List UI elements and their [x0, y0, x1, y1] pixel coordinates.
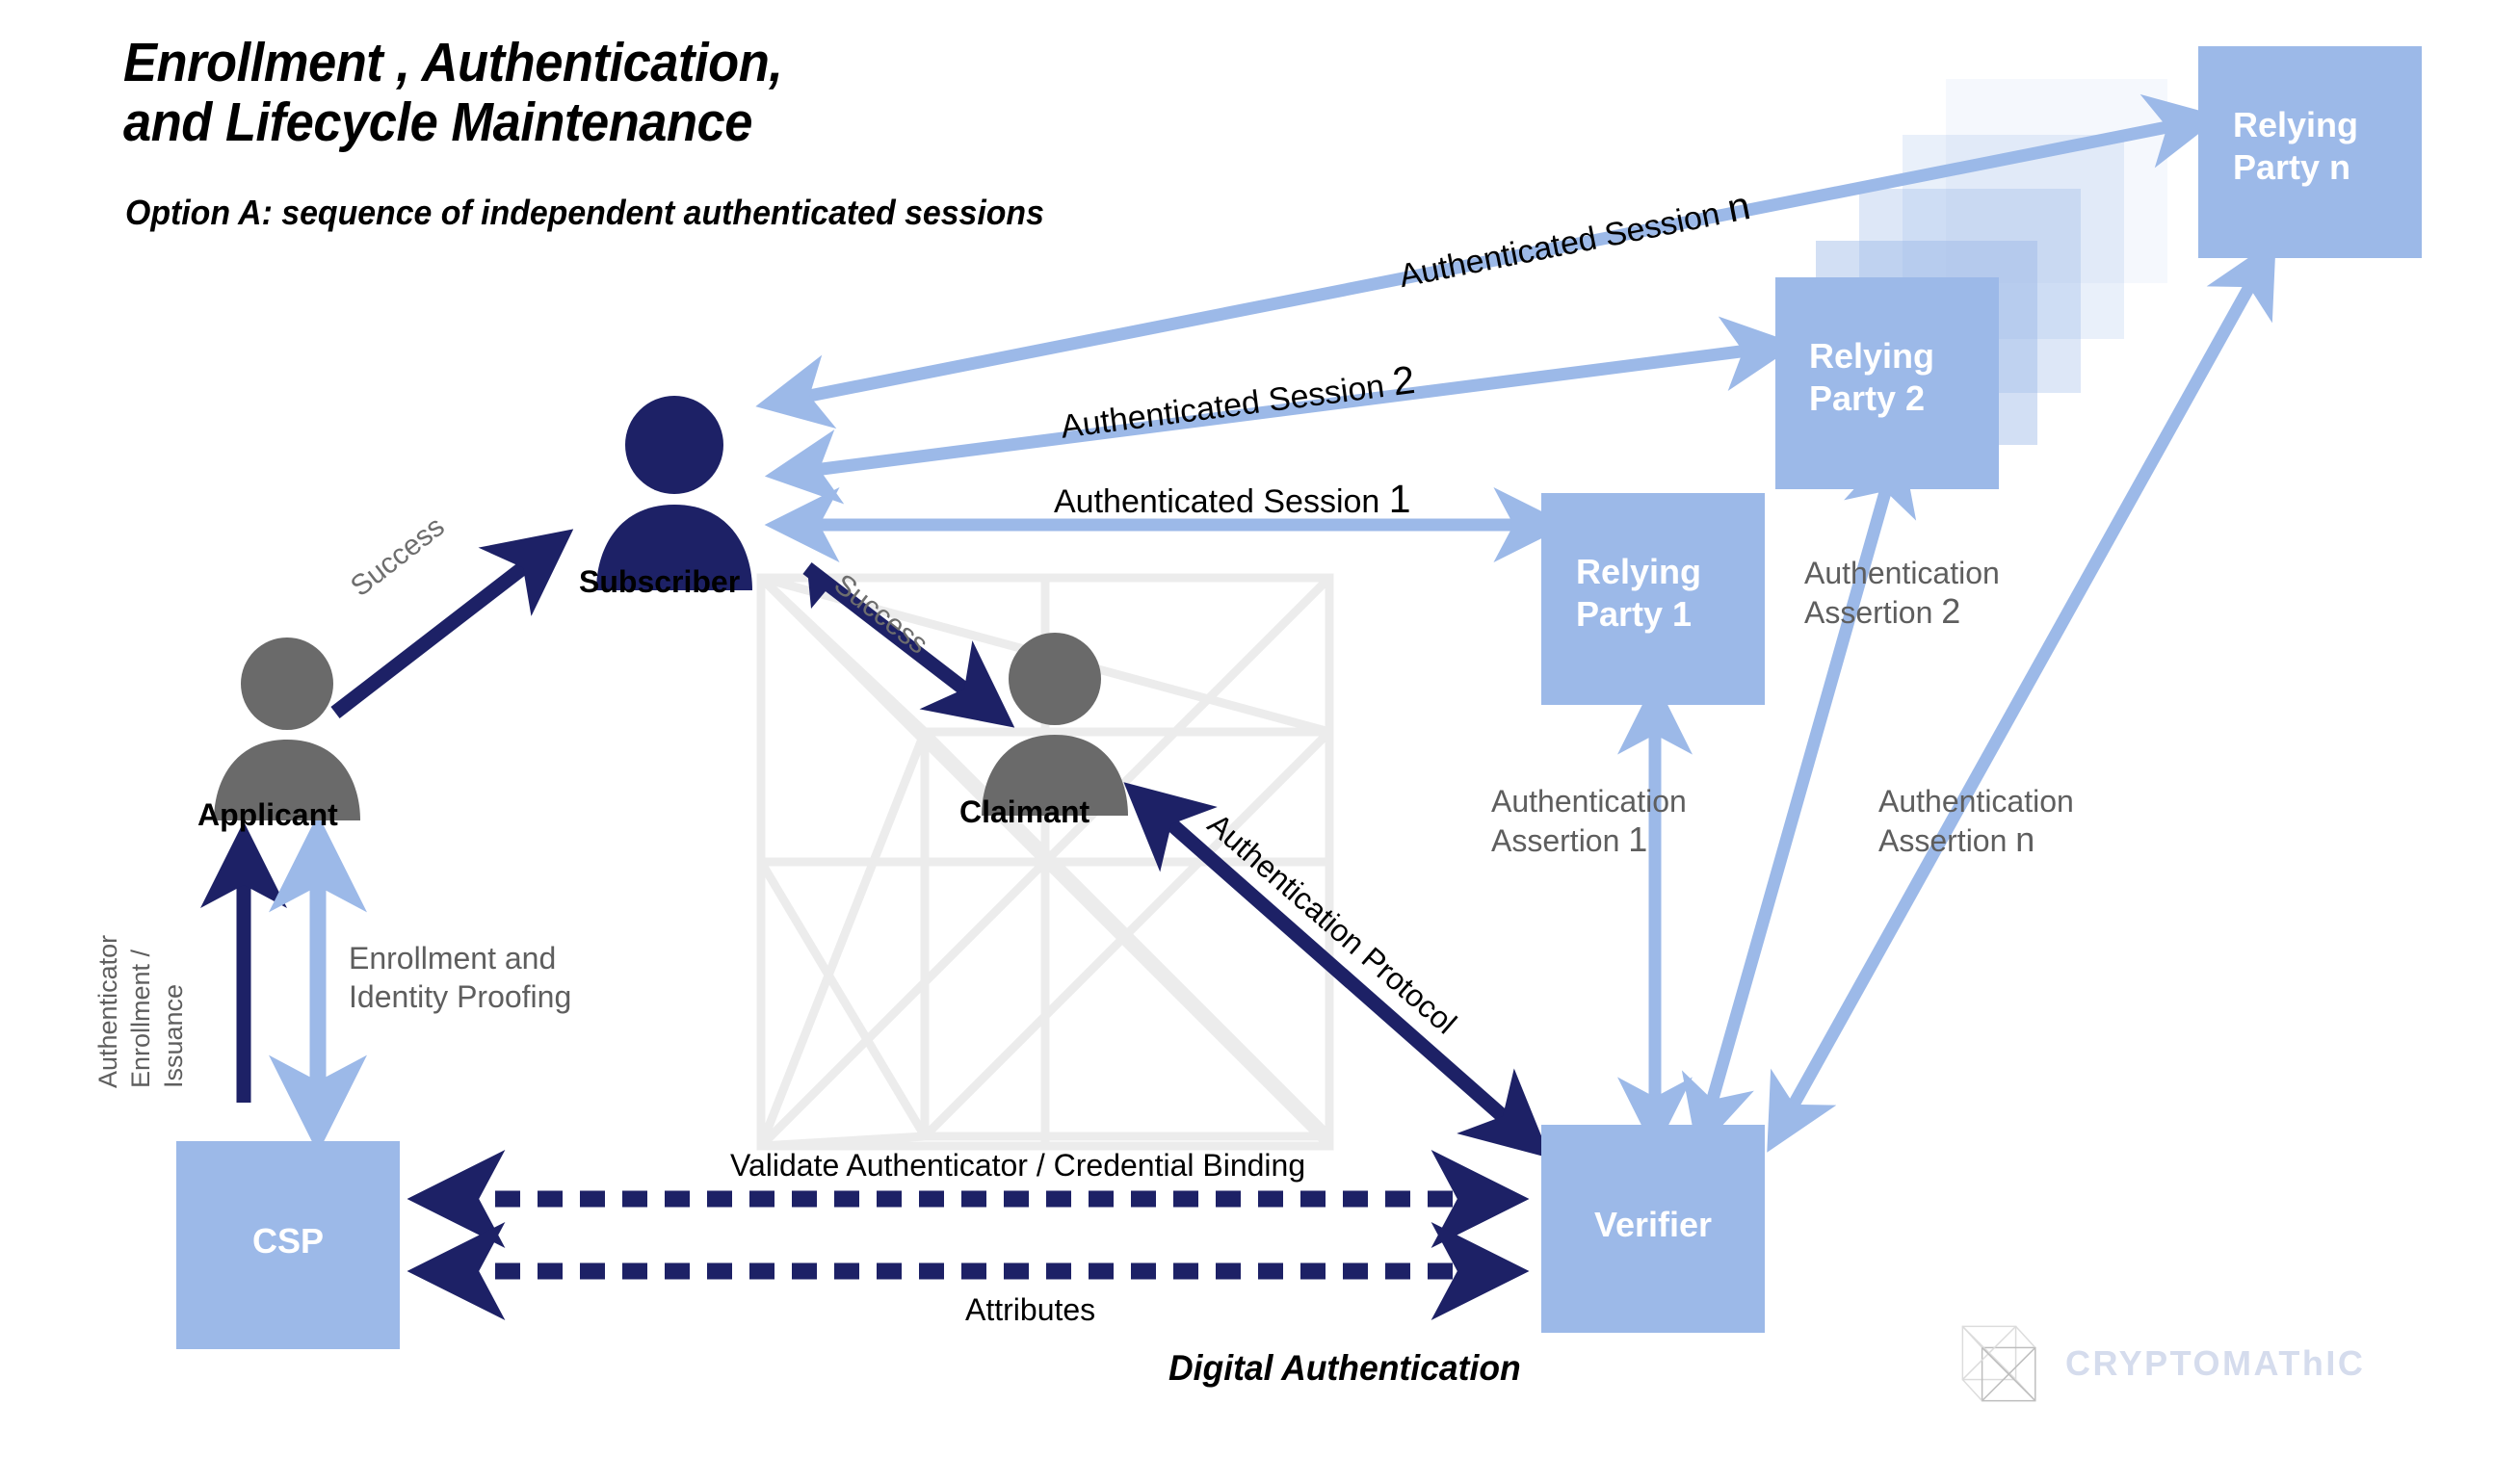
- diagram-canvas: Enrollment , Authentication, and Lifecyc…: [0, 0, 2520, 1483]
- authentication-assertion-1-number: 1: [1628, 820, 1648, 859]
- enrollment-identity-proofing-label: Enrollment and Identity Proofing: [349, 941, 572, 1014]
- verifier-box[interactable]: [1541, 1125, 1765, 1333]
- subscriber-person-icon: [596, 396, 752, 590]
- attributes-label: Attributes: [965, 1292, 1096, 1327]
- applicant-person-icon: [214, 637, 360, 820]
- page-title: Enrollment , Authentication, and Lifecyc…: [123, 32, 783, 153]
- authenticated-session-1-label: Authenticated Session 1: [1054, 477, 1411, 522]
- diagram-caption: Digital Authentication: [1168, 1348, 1521, 1388]
- relying-party-1-box[interactable]: [1541, 493, 1765, 705]
- subscriber-label: Subscriber: [579, 564, 741, 599]
- authenticated-session-1-text: Authenticated Session: [1054, 483, 1389, 520]
- authenticated-session-1-number: 1: [1388, 477, 1411, 521]
- validate-binding-label: Validate Authenticator / Credential Bind…: [730, 1148, 1306, 1183]
- authentication-assertion-n-label: Authentication Assertion n: [1878, 782, 2074, 860]
- authentication-protocol-arrow: [1123, 782, 1551, 1158]
- authentication-assertion-2-number: 2: [1941, 591, 1961, 631]
- claimant-label: Claimant: [959, 794, 1090, 829]
- authentication-assertion-n-text: Authentication Assertion: [1878, 784, 2074, 858]
- cryptomathic-logo: CRYPTOMAThIC: [1956, 1319, 2365, 1408]
- relying-party-n-box[interactable]: [2198, 46, 2422, 258]
- claimant-person-icon: [982, 633, 1128, 816]
- authenticator-enrollment-label: Authenticator Enrollment / Issuance: [93, 934, 188, 1088]
- csp-box[interactable]: [176, 1141, 400, 1349]
- authentication-assertion-n-number: n: [2015, 820, 2035, 859]
- authentication-assertion-1-label: Authentication Assertion 1: [1491, 782, 1687, 860]
- authentication-assertion-2-label: Authentication Assertion 2: [1804, 554, 2000, 632]
- relying-party-2-box[interactable]: [1775, 277, 1999, 489]
- authentication-assertion-2-text: Authentication Assertion: [1804, 556, 2000, 630]
- authentication-assertion-1-text: Authentication Assertion: [1491, 784, 1687, 858]
- applicant-label: Applicant: [197, 797, 338, 832]
- cryptomathic-wordmark: CRYPTOMAThIC: [2065, 1343, 2366, 1383]
- page-subtitle: Option A: sequence of independent authen…: [125, 193, 1044, 232]
- tesseract-cube-icon: [1961, 1325, 2036, 1402]
